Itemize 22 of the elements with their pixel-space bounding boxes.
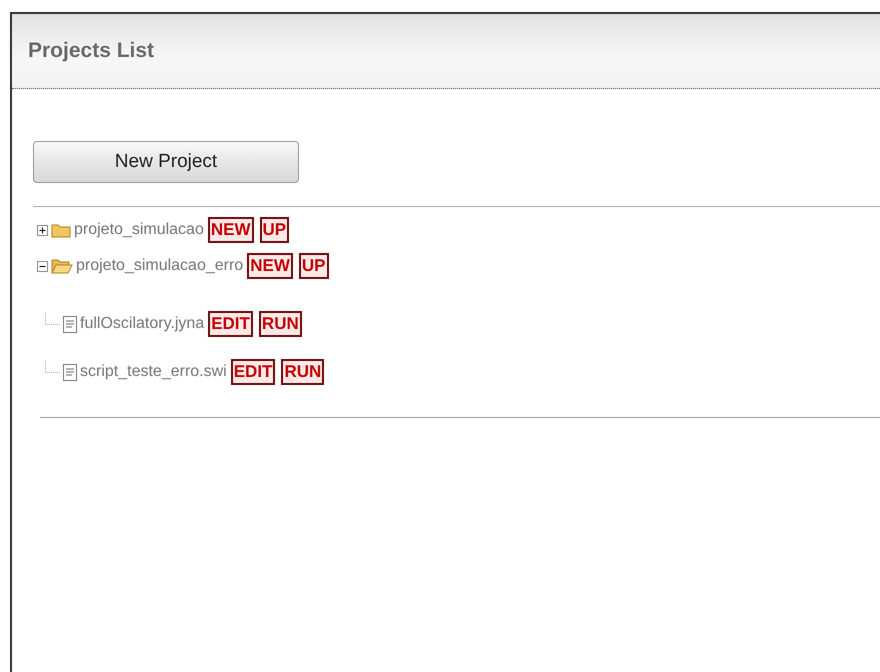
action-link[interactable]: EDIT xyxy=(208,311,253,337)
file-icon xyxy=(63,316,77,332)
action-link[interactable]: EDIT xyxy=(230,359,276,385)
action-link[interactable]: RUN xyxy=(281,359,324,385)
expand-icon[interactable] xyxy=(37,224,48,236)
action-link[interactable]: NEW xyxy=(247,253,293,279)
action-link[interactable]: NEW xyxy=(208,217,254,243)
connector-line xyxy=(43,360,61,376)
action-link[interactable]: UP xyxy=(260,217,290,243)
file-label[interactable]: fullOscilatory.jyna xyxy=(80,315,204,333)
action-link[interactable]: RUN xyxy=(258,311,302,337)
action-link[interactable]: UP xyxy=(298,253,328,279)
folder-label[interactable]: projeto_simulacao xyxy=(74,221,204,239)
folder-icon xyxy=(51,258,73,274)
folder-icon xyxy=(51,222,71,238)
new-project-button[interactable]: New Project xyxy=(33,141,299,183)
file-label[interactable]: script_teste_erro.swi xyxy=(80,363,227,381)
collapse-icon[interactable] xyxy=(37,260,48,272)
folder-label[interactable]: projeto_simulacao_erro xyxy=(76,257,244,275)
file-icon xyxy=(63,364,77,380)
connector-line xyxy=(43,312,61,328)
panel-title: Projects List xyxy=(28,39,154,63)
